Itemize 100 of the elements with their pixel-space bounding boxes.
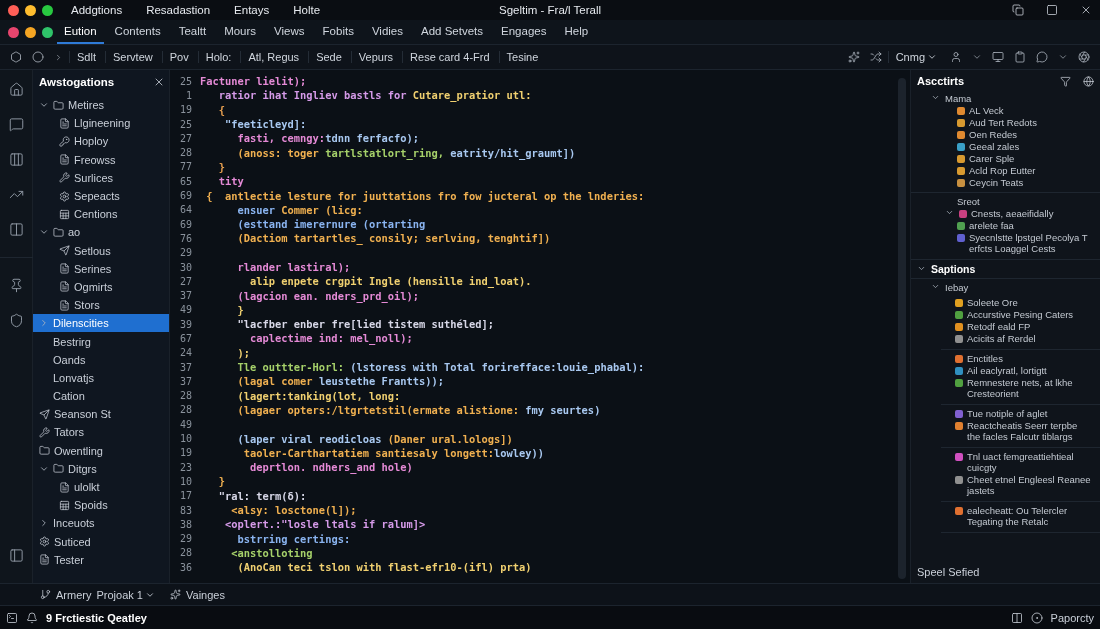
dropdown-button[interactable]: Cnmg (887, 51, 944, 63)
outline-item[interactable]: Ail eaclyratl, lortigtt (941, 364, 1100, 377)
outline-item[interactable]: Geeal zales (911, 140, 1100, 152)
tree-item[interactable]: Freowss (33, 150, 169, 169)
shuffle-icon[interactable] (869, 51, 882, 63)
outline-item[interactable]: Accurstive Pesing Caters (941, 308, 1100, 321)
home-icon[interactable] (8, 82, 24, 97)
tree-item[interactable]: Ditgrs (33, 459, 169, 478)
shield-icon[interactable] (8, 313, 24, 328)
restore-icon[interactable] (1012, 4, 1024, 16)
status-item[interactable]: Paporcty (1050, 611, 1094, 624)
terminal-icon[interactable] (6, 611, 18, 624)
toolbar-item[interactable]: Holo: (197, 51, 239, 63)
close-icon[interactable] (153, 76, 165, 88)
close-icon[interactable] (1080, 4, 1092, 16)
caret-icon[interactable] (917, 264, 927, 273)
outline-item[interactable]: Tue notiple of aglet (941, 407, 1100, 420)
hexagon-icon[interactable] (10, 51, 22, 63)
pin-icon[interactable] (8, 278, 24, 293)
clipboard-icon[interactable] (1014, 51, 1026, 63)
tree-item[interactable]: Oands (33, 350, 169, 369)
toolbar-item[interactable]: Servtew (104, 51, 160, 63)
outline-item[interactable]: Remnestere nets, at lkhe Cresteorient (941, 376, 1100, 400)
outline-item[interactable]: Aud Tert Redots (911, 116, 1100, 128)
tree-item[interactable]: Serines (33, 259, 169, 278)
circle-icon[interactable] (32, 51, 44, 63)
menu-item[interactable]: Holte (287, 4, 327, 16)
caret-icon[interactable] (931, 282, 941, 291)
outline-group[interactable]: Iebay (911, 281, 1100, 294)
outline-item[interactable]: ealecheatt: Ou Telercler Tegating the Retalc (941, 504, 1100, 528)
toolbar-item[interactable]: Sdlt (69, 51, 103, 63)
menu-tab[interactable]: Tealtt (171, 20, 214, 44)
outline-item[interactable]: Soleete Ore (941, 296, 1100, 309)
tree-item[interactable]: Sepeacts (33, 186, 169, 206)
bell-icon[interactable] (26, 611, 38, 624)
menu-tab[interactable]: Fobits (315, 20, 361, 44)
tree-item[interactable]: Owentling (33, 441, 169, 460)
toolbar-item[interactable]: Tesine (498, 51, 546, 63)
user-icon[interactable] (950, 51, 962, 63)
tree-item[interactable]: Lonvatjs (33, 368, 169, 387)
columns-icon[interactable] (1010, 611, 1023, 624)
tree-item[interactable]: Hoploy (33, 132, 169, 151)
outline-item[interactable]: Acicits af Rerdel (941, 332, 1100, 345)
zoom-dot[interactable] (42, 4, 53, 16)
tree-item[interactable]: Centions (33, 205, 169, 224)
menu-tab[interactable]: Help (557, 20, 596, 44)
outline-item[interactable]: Cnests, aeaeifidally (911, 207, 1100, 220)
outline-item[interactable]: Acld Rop Eutter (911, 164, 1100, 176)
menu-tab[interactable]: Engages (494, 20, 554, 44)
columns-icon[interactable] (8, 152, 24, 167)
split-icon[interactable] (8, 222, 24, 237)
tree-item[interactable]: Seanson St (33, 405, 169, 424)
toolbar-item[interactable]: Atl, Regus (240, 51, 307, 63)
globe-icon[interactable] (1083, 75, 1094, 87)
tree-item[interactable]: Dilenscities (33, 314, 169, 333)
sync-icon[interactable] (1030, 611, 1043, 624)
branch-dropdown[interactable]: Projoak 1 (96, 588, 155, 601)
panel-icon[interactable] (8, 548, 24, 563)
chevron-icon[interactable] (54, 52, 63, 62)
outline-item[interactable]: Carer Sple (911, 152, 1100, 164)
tree-item[interactable]: Setlous (33, 241, 169, 260)
outline-item[interactable]: Reactcheatis Seerr terpbe the facles Falcutr tiblargs (941, 419, 1100, 443)
toolbar-item[interactable]: Sede (308, 51, 349, 63)
tree-item[interactable]: Surlices (33, 168, 169, 187)
toolbar-item[interactable]: Pov (161, 51, 196, 63)
outline-item[interactable]: Retodf eald FP (941, 320, 1100, 333)
tree-item[interactable]: Spoids (33, 496, 169, 515)
caret-icon[interactable] (39, 518, 49, 529)
tree-item[interactable]: Suticed (33, 532, 169, 551)
tree-item[interactable]: Stors (33, 296, 169, 315)
toolbar-item[interactable]: Rese card 4-Frd (402, 51, 497, 63)
chevron-icon[interactable] (972, 52, 982, 62)
tree-item[interactable]: ao (33, 223, 169, 242)
minimize-dot[interactable] (25, 4, 36, 16)
menu-tab[interactable]: Vidies (364, 20, 410, 44)
toolbar-item[interactable]: Vepurs (350, 51, 401, 63)
panel-tab[interactable]: Vainges (186, 588, 225, 601)
maximize-icon[interactable] (1046, 4, 1058, 16)
outline-item[interactable]: Enctitles (941, 352, 1100, 365)
menu-tab[interactable]: Contents (107, 20, 168, 44)
outline-item[interactable]: arelete faa (911, 219, 1100, 232)
monitor-icon[interactable] (992, 51, 1004, 63)
tree-item[interactable]: Tester (33, 550, 169, 569)
tree-item[interactable]: Inceuots (33, 514, 169, 533)
tree-item[interactable]: Bestrirg (33, 332, 169, 351)
menu-tab[interactable]: Add Setvets (414, 20, 491, 44)
section-header[interactable]: Saptions (911, 258, 1100, 279)
outline-item[interactable]: Ceycin Teats (911, 176, 1100, 188)
outline-item[interactable]: Tnl uact femgreattiehtieal cuicgty (941, 450, 1100, 474)
chat-icon[interactable] (8, 117, 24, 132)
caret-icon[interactable] (945, 208, 955, 217)
tree-item[interactable]: Llgineening (33, 114, 169, 133)
tree-item[interactable]: Cation (33, 387, 169, 406)
menu-tab[interactable]: Views (267, 20, 312, 44)
menu-item[interactable]: Entays (228, 4, 276, 16)
menu-item[interactable]: Resadastion (140, 4, 217, 16)
menu-item[interactable]: Addgtions (65, 4, 129, 16)
aperture-icon[interactable] (1078, 51, 1090, 63)
tree-item[interactable]: Metires (33, 96, 169, 115)
tree-item[interactable]: Tators (33, 423, 169, 442)
